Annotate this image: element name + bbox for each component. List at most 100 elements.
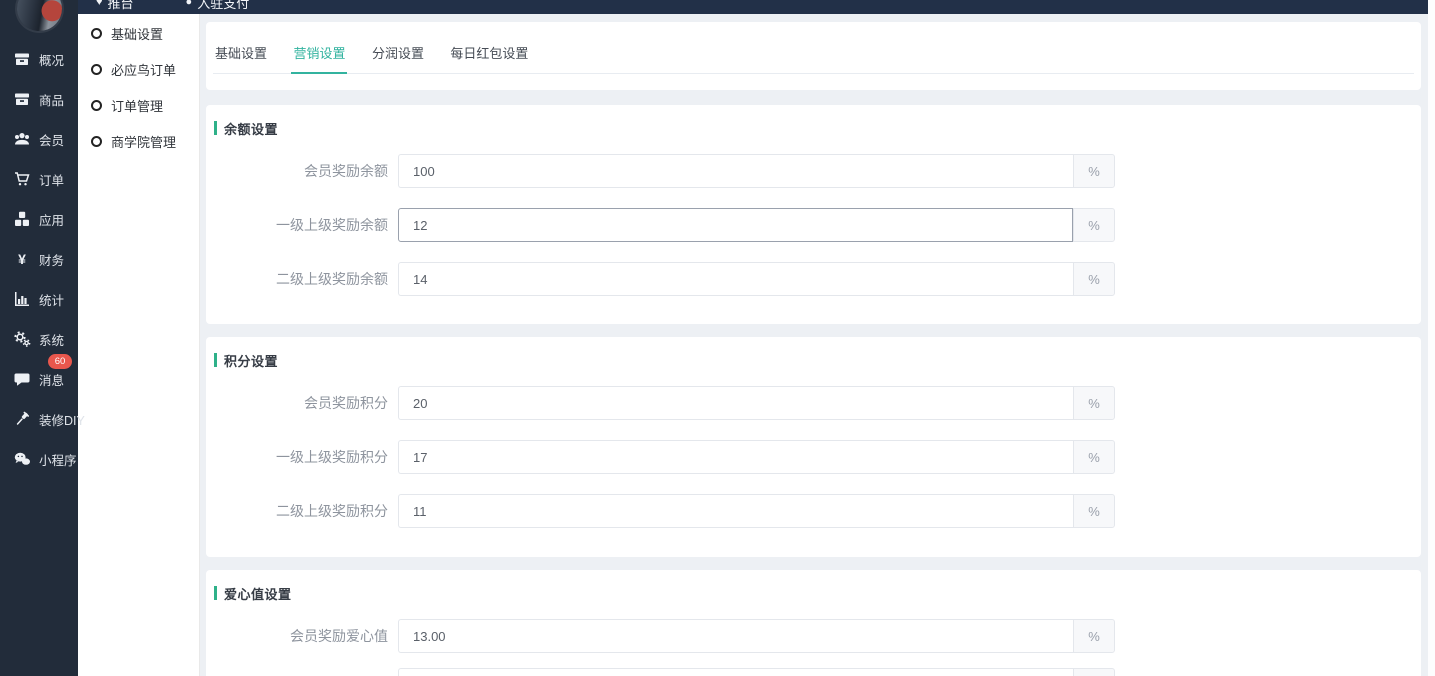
heart-icon: ♥ xyxy=(96,0,103,8)
secondary-sidebar: 基础设置 必应鸟订单 订单管理 商学院管理 xyxy=(78,14,200,676)
radio-circle-icon xyxy=(91,64,102,75)
level2-reward-points-input[interactable] xyxy=(398,494,1073,528)
radio-circle-icon xyxy=(91,28,102,39)
sidebar-item-label: 消息 xyxy=(39,370,64,389)
field-row-level1-balance: 一级上级奖励余额 % xyxy=(206,208,1421,242)
dot-icon: ● xyxy=(186,0,193,8)
user-avatar[interactable] xyxy=(17,0,62,31)
sidebar-item-label: 财务 xyxy=(39,250,64,269)
sidebar-item-messages[interactable]: 消息 60 xyxy=(0,359,78,399)
level1-reward-points-input[interactable] xyxy=(398,440,1073,474)
messages-icon xyxy=(12,371,32,387)
submenu-item-basic-settings[interactable]: 基础设置 xyxy=(78,15,199,51)
sidebar-item-miniprogram[interactable]: 小程序 xyxy=(0,439,78,479)
member-reward-points-input[interactable] xyxy=(398,386,1073,420)
partial-next-input[interactable] xyxy=(398,668,1073,676)
percent-suffix: % xyxy=(1073,668,1115,676)
field-row-level2-balance: 二级上级奖励余额 % xyxy=(206,262,1421,296)
radio-circle-icon xyxy=(91,136,102,147)
sidebar-item-label: 应用 xyxy=(39,210,64,229)
sidebar-item-orders[interactable]: 订单 xyxy=(0,159,78,199)
tab-profit-settings[interactable]: 分润设置 xyxy=(370,43,426,72)
field-label: 二级上级奖励余额 xyxy=(206,269,388,289)
section-marker xyxy=(214,353,217,367)
topnav-item-1[interactable]: ♥ 推台 xyxy=(96,0,134,12)
section-title: 余额设置 xyxy=(224,119,278,138)
tab-card: 基础设置 营销设置 分润设置 每日红包设置 xyxy=(206,22,1421,90)
tab-basic-settings[interactable]: 基础设置 xyxy=(213,43,269,72)
field-row-level2-points: 二级上级奖励积分 % xyxy=(206,494,1421,528)
settings-tabs: 基础设置 营销设置 分润设置 每日红包设置 xyxy=(213,22,1414,74)
sidebar-item-label: 系统 xyxy=(39,330,64,349)
tab-daily-redpacket-settings[interactable]: 每日红包设置 xyxy=(448,43,530,72)
member-reward-love-input[interactable] xyxy=(398,619,1073,653)
field-label: 二级上级奖励积分 xyxy=(206,501,388,521)
field-label: 会员奖励余额 xyxy=(206,161,388,181)
field-row-member-balance: 会员奖励余额 % xyxy=(206,154,1421,188)
percent-suffix: % xyxy=(1073,208,1115,242)
love-value-settings-section: 爱心值设置 会员奖励爱心值 % % xyxy=(206,570,1421,676)
percent-suffix: % xyxy=(1073,154,1115,188)
members-icon xyxy=(12,131,32,147)
admin-settings-page: ♥ 推台 ● 入驻支付 概况 商品 xyxy=(0,0,1435,676)
section-marker xyxy=(214,121,217,135)
sidebar-item-apps[interactable]: 应用 xyxy=(0,199,78,239)
miniprogram-icon xyxy=(12,451,32,467)
sidebar-item-label: 小程序 xyxy=(39,450,77,469)
tab-marketing-settings[interactable]: 营销设置 xyxy=(291,43,347,74)
goods-icon xyxy=(12,91,32,107)
field-label: 会员奖励爱心值 xyxy=(206,626,388,646)
percent-suffix: % xyxy=(1073,494,1115,528)
sidebar-item-diy[interactable]: 装修DIY xyxy=(0,399,78,439)
balance-settings-section: 余额设置 会员奖励余额 % 一级上级奖励余额 % 二级上级奖励余额 xyxy=(206,105,1421,324)
percent-suffix: % xyxy=(1073,619,1115,653)
field-label: 会员奖励积分 xyxy=(206,393,388,413)
submenu-item-academy-management[interactable]: 商学院管理 xyxy=(78,123,199,159)
sidebar-item-finance[interactable]: ¥ 财务 xyxy=(0,239,78,279)
stats-icon xyxy=(12,291,32,307)
sidebar-item-label: 商品 xyxy=(39,90,64,109)
apps-icon xyxy=(12,211,32,227)
section-header: 积分设置 xyxy=(214,353,1421,367)
topnav-item-2[interactable]: ● 入驻支付 xyxy=(186,0,250,12)
section-title: 爱心值设置 xyxy=(224,584,292,603)
main-content: 基础设置 营销设置 分润设置 每日红包设置 余额设置 会员奖励余额 % 一级上级… xyxy=(200,14,1428,676)
finance-icon: ¥ xyxy=(12,251,32,267)
percent-suffix: % xyxy=(1073,386,1115,420)
orders-icon xyxy=(12,171,32,187)
sidebar-item-label: 概况 xyxy=(39,50,64,69)
level2-reward-balance-input[interactable] xyxy=(398,262,1073,296)
points-settings-section: 积分设置 会员奖励积分 % 一级上级奖励积分 % 二级上级奖励积分 xyxy=(206,337,1421,557)
topnav-label: 入驻支付 xyxy=(197,0,249,12)
overview-icon xyxy=(12,51,32,67)
topnav-label: 推台 xyxy=(108,0,134,12)
field-row-member-love-value: 会员奖励爱心值 % xyxy=(206,619,1421,653)
messages-count-badge: 60 xyxy=(48,354,72,369)
field-label: 一级上级奖励积分 xyxy=(206,447,388,467)
percent-suffix: % xyxy=(1073,440,1115,474)
sidebar-item-stats[interactable]: 统计 xyxy=(0,279,78,319)
section-header: 爱心值设置 xyxy=(214,586,1421,600)
percent-suffix: % xyxy=(1073,262,1115,296)
field-label: 一级上级奖励余额 xyxy=(206,215,388,235)
sidebar-item-system[interactable]: 系统 xyxy=(0,319,78,359)
field-row-member-points: 会员奖励积分 % xyxy=(206,386,1421,420)
radio-circle-icon xyxy=(91,100,102,111)
sidebar-item-label: 装修DIY xyxy=(39,410,85,429)
level1-reward-balance-input[interactable] xyxy=(398,208,1073,242)
primary-sidebar: 概况 商品 会员 订单 xyxy=(0,0,78,676)
system-icon xyxy=(12,331,32,347)
sidebar-item-members[interactable]: 会员 xyxy=(0,119,78,159)
section-header: 余额设置 xyxy=(214,121,1421,135)
sidebar-item-label: 统计 xyxy=(39,290,64,309)
sidebar-item-label: 订单 xyxy=(39,170,64,189)
vertical-scrollbar[interactable] xyxy=(1428,0,1435,676)
field-row-level1-points: 一级上级奖励积分 % xyxy=(206,440,1421,474)
sidebar-item-goods[interactable]: 商品 xyxy=(0,79,78,119)
sidebar-item-overview[interactable]: 概况 xyxy=(0,39,78,79)
submenu-item-bird-orders[interactable]: 必应鸟订单 xyxy=(78,51,199,87)
top-nav-bar: ♥ 推台 ● 入驻支付 xyxy=(78,0,1428,14)
diy-icon xyxy=(12,411,32,427)
submenu-item-order-management[interactable]: 订单管理 xyxy=(78,87,199,123)
member-reward-balance-input[interactable] xyxy=(398,154,1073,188)
